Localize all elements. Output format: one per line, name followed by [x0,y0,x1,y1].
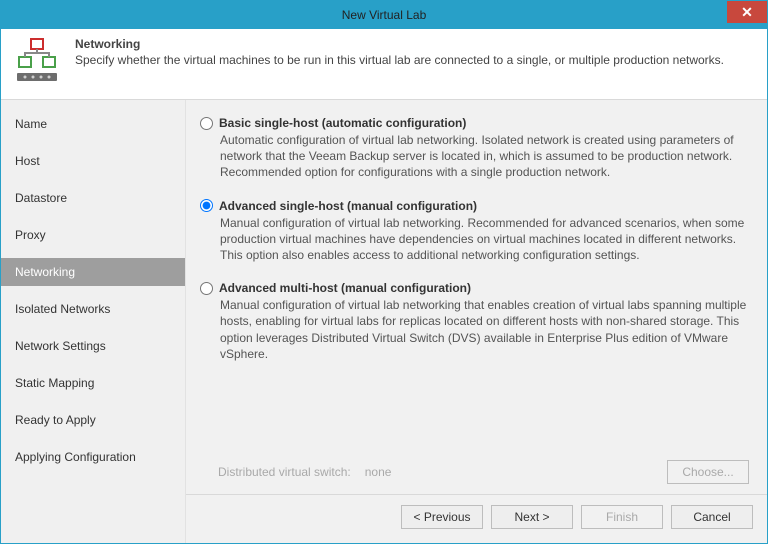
dvs-row: Distributed virtual switch: none Choose.… [186,460,767,494]
wizard-footer: < Previous Next > Finish Cancel [186,494,767,543]
option-adv-multi-desc: Manual configuration of virtual lab netw… [220,297,749,362]
page-subtitle: Specify whether the virtual machines to … [75,53,724,67]
option-adv-single-header[interactable]: Advanced single-host (manual configurati… [200,199,749,213]
option-adv-multi-title: Advanced multi-host (manual configuratio… [219,281,471,295]
networking-icon [13,37,61,85]
radio-basic-single-host[interactable] [200,117,213,130]
option-basic-title: Basic single-host (automatic configurati… [219,116,466,130]
sidebar-item-host[interactable]: Host [1,147,185,175]
radio-advanced-multi-host[interactable] [200,282,213,295]
option-basic-desc: Automatic configuration of virtual lab n… [220,132,749,181]
option-basic-single-host: Basic single-host (automatic configurati… [200,116,749,181]
wizard-window: New Virtual Lab ✕ Networking Specify whe… [0,0,768,544]
options-pane: Basic single-host (automatic configurati… [186,100,767,460]
close-icon: ✕ [741,4,753,21]
previous-button[interactable]: < Previous [401,505,483,529]
page-title: Networking [75,37,724,51]
wizard-header-text: Networking Specify whether the virtual m… [75,37,724,67]
window-close-button[interactable]: ✕ [727,1,767,23]
window-title: New Virtual Lab [342,8,427,22]
sidebar-item-ready-to-apply[interactable]: Ready to Apply [1,406,185,434]
wizard-body: Name Host Datastore Proxy Networking Iso… [1,100,767,543]
option-adv-multi-header[interactable]: Advanced multi-host (manual configuratio… [200,281,749,295]
option-advanced-single-host: Advanced single-host (manual configurati… [200,199,749,264]
sidebar-item-datastore[interactable]: Datastore [1,184,185,212]
next-button[interactable]: Next > [491,505,573,529]
option-adv-single-desc: Manual configuration of virtual lab netw… [220,215,749,264]
sidebar-item-networking[interactable]: Networking [1,258,185,286]
option-adv-single-title: Advanced single-host (manual configurati… [219,199,477,213]
choose-dvs-button: Choose... [667,460,749,484]
sidebar-item-network-settings[interactable]: Network Settings [1,332,185,360]
wizard-header: Networking Specify whether the virtual m… [1,29,767,100]
wizard-content: Basic single-host (automatic configurati… [186,100,767,543]
radio-advanced-single-host[interactable] [200,199,213,212]
finish-button: Finish [581,505,663,529]
option-basic-header[interactable]: Basic single-host (automatic configurati… [200,116,749,130]
sidebar-item-name[interactable]: Name [1,110,185,138]
sidebar-item-applying-configuration[interactable]: Applying Configuration [1,443,185,471]
sidebar-item-isolated-networks[interactable]: Isolated Networks [1,295,185,323]
sidebar-item-proxy[interactable]: Proxy [1,221,185,249]
dvs-label: Distributed virtual switch: [218,465,351,479]
dvs-value: none [365,465,392,479]
titlebar: New Virtual Lab ✕ [1,1,767,29]
cancel-button[interactable]: Cancel [671,505,753,529]
wizard-sidebar: Name Host Datastore Proxy Networking Iso… [1,100,186,543]
sidebar-item-static-mapping[interactable]: Static Mapping [1,369,185,397]
option-advanced-multi-host: Advanced multi-host (manual configuratio… [200,281,749,362]
